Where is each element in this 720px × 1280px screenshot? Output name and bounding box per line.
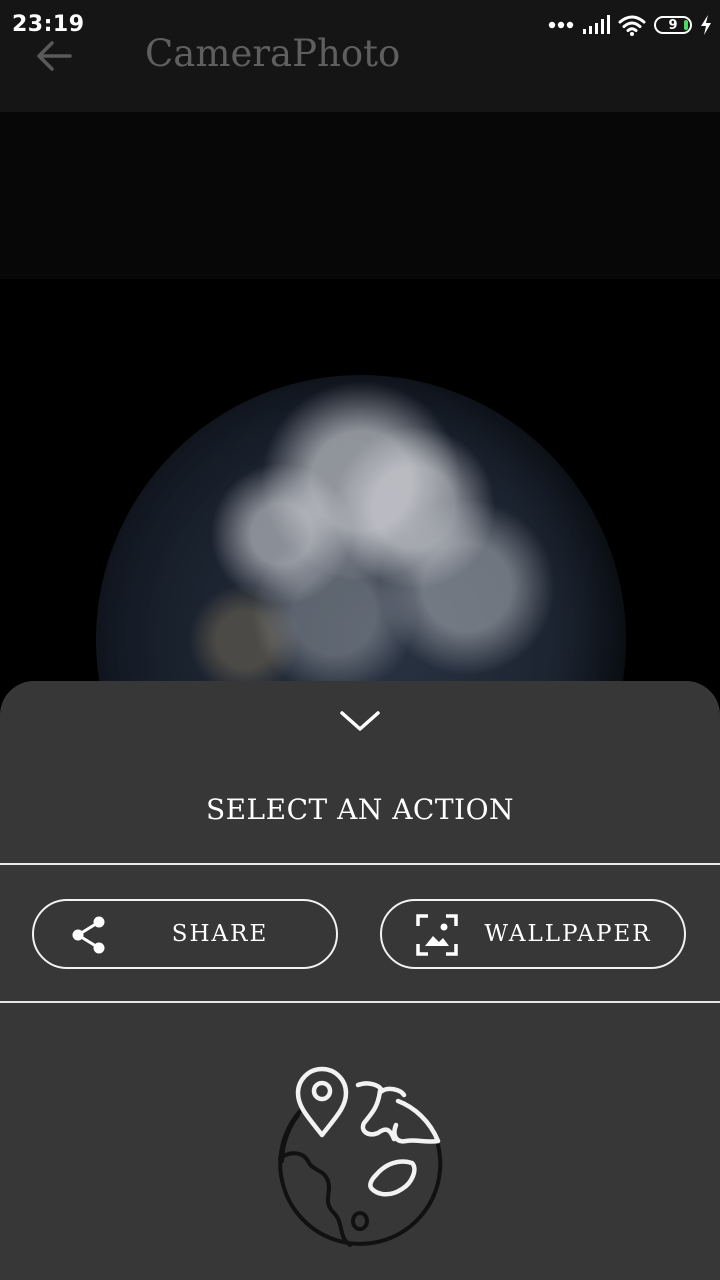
screen: CameraPhoto 23:19 9 SELECT AN ACTION SHA… — [0, 0, 720, 1280]
divider — [0, 863, 720, 865]
share-label: SHARE — [171, 921, 269, 947]
divider — [0, 1001, 720, 1003]
wallpaper-label: WALLPAPER — [484, 921, 652, 947]
globe-location-icon — [268, 1051, 452, 1251]
wallpaper-button[interactable]: WALLPAPER — [380, 899, 686, 969]
share-button[interactable]: SHARE — [32, 899, 338, 969]
signal-icon — [583, 15, 610, 34]
more-dots-icon — [548, 21, 574, 29]
collapse-sheet-button[interactable] — [330, 699, 390, 743]
status-bar: 23:19 9 — [0, 0, 720, 50]
action-bottom-sheet: SELECT AN ACTION SHARE WALLPAPER — [0, 681, 720, 1280]
status-icons: 9 — [548, 12, 712, 38]
share-icon — [68, 914, 110, 956]
charging-icon — [701, 15, 711, 35]
sheet-title: SELECT AN ACTION — [205, 793, 515, 826]
battery-level: 9 — [668, 17, 678, 33]
status-time: 23:19 — [12, 12, 85, 37]
battery-icon: 9 — [654, 16, 692, 34]
chevron-down-icon — [340, 711, 380, 731]
wifi-icon — [618, 15, 646, 36]
wallpaper-icon — [416, 914, 458, 956]
photo-top-band — [0, 112, 720, 279]
battery-level-fill — [684, 20, 688, 30]
